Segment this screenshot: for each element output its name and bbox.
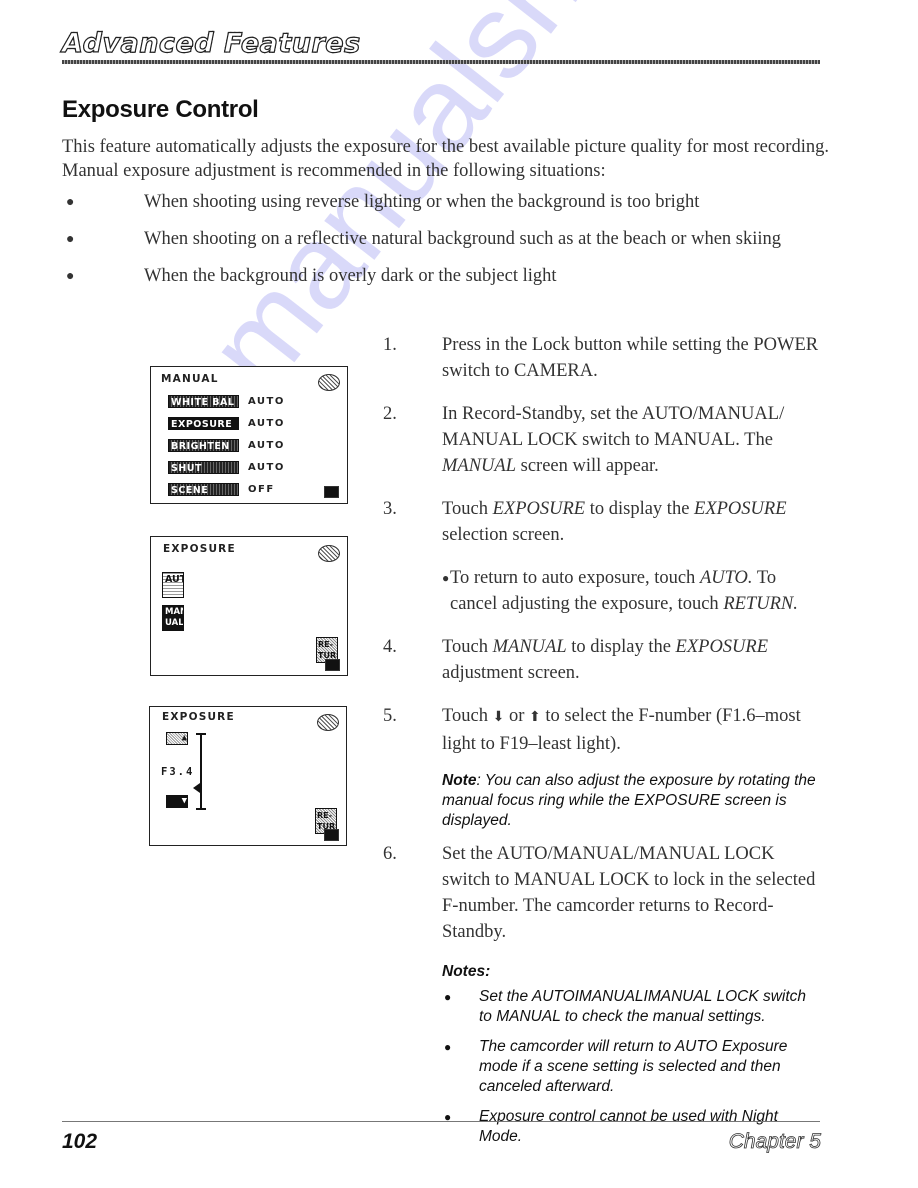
- fnumber-readout: F3.4: [161, 766, 195, 778]
- footer-rule: [62, 1121, 820, 1122]
- screen-title: EXPOSURE: [163, 543, 236, 555]
- battery-icon: [324, 486, 339, 498]
- dvc-icon: [318, 374, 340, 391]
- exposure-value: AUTO: [248, 418, 285, 429]
- note: Note: You can also adjust the exposure b…: [442, 772, 816, 829]
- dvc-icon: [317, 714, 339, 731]
- chapter-label: Chapter 5: [728, 1130, 821, 1154]
- list-item: ● When shooting on a reflective natural b…: [62, 227, 822, 252]
- battery-icon: [325, 659, 340, 671]
- list-item: ● The camcorder will return to AUTO Expos…: [444, 1038, 788, 1095]
- bullet-icon: ●: [66, 269, 75, 284]
- step-4: 4. Touch MANUAL to display the EXPOSURE …: [383, 637, 769, 683]
- battery-icon: [324, 829, 339, 841]
- exposure-select-screen: EXPOSURE AUTO MAN-UAL RE-TURN: [150, 536, 348, 676]
- down-arrow-icon: ⬇: [492, 710, 505, 725]
- exposure-adjust-screen: EXPOSURE ▲ F3.4 ▼ RE-TURN: [149, 706, 347, 846]
- brighten-button[interactable]: BRIGHTEN: [168, 439, 239, 452]
- brighten-value: AUTO: [248, 440, 285, 451]
- white-bal-button[interactable]: WHITE BAL: [168, 395, 239, 408]
- step-3: 3. Touch EXPOSURE to display the EXPOSUR…: [383, 499, 787, 545]
- step-6: 6. Set the AUTO/MANUAL/MANUAL LOCK switc…: [383, 844, 816, 942]
- step-2: 2. In Record-Standby, set the AUTO/MANUA…: [383, 404, 785, 476]
- white-bal-value: AUTO: [248, 396, 285, 407]
- shut-speed-button[interactable]: SHUT SPEED: [168, 461, 239, 474]
- section-title: Exposure Control: [62, 96, 259, 123]
- manual-screen: MANUAL WHITE BAL AUTO EXPOSURE AUTO BRIG…: [150, 366, 348, 504]
- bullet-icon: ●: [444, 1110, 452, 1124]
- exposure-slider[interactable]: [193, 733, 206, 810]
- shut-speed-value: AUTO: [248, 462, 285, 473]
- scene-menu-button[interactable]: SCENE MENU: [168, 483, 239, 496]
- scene-menu-value: OFF: [248, 484, 275, 495]
- bullet-icon: ●: [444, 990, 452, 1004]
- bullet-icon: ●: [442, 571, 450, 585]
- step-1: 1. Press in the Lock button while settin…: [383, 335, 819, 381]
- page-header-title: Advanced Features: [61, 27, 361, 59]
- situations-list: ● When shooting using reverse lighting or…: [62, 190, 822, 301]
- slider-indicator-icon: [193, 783, 200, 793]
- auto-button[interactable]: AUTO: [162, 572, 184, 598]
- bullet-icon: ●: [66, 195, 75, 210]
- bullet-icon: ●: [444, 1040, 452, 1054]
- page-number: 102: [62, 1130, 98, 1153]
- step-5: 5. Touch ⬇ or ⬆ to select the F-number (…: [383, 706, 801, 754]
- manual-button[interactable]: MAN-UAL: [162, 605, 184, 631]
- header-rule: [62, 60, 820, 64]
- step-3-subnote: ● To return to auto exposure, touch AUTO…: [383, 565, 823, 617]
- steps-list: 1. Press in the Lock button while settin…: [383, 332, 823, 1147]
- exposure-button[interactable]: EXPOSURE: [168, 417, 239, 430]
- notes-heading: Notes:: [442, 963, 491, 980]
- list-item: ● Set the AUTOIMANUALIMANUAL LOCK switch …: [444, 988, 807, 1025]
- dvc-icon: [318, 545, 340, 562]
- list-item: ● When shooting using reverse lighting or…: [62, 190, 822, 215]
- down-arrow-button[interactable]: ▼: [166, 795, 188, 808]
- up-arrow-icon: ⬆: [529, 710, 541, 725]
- bullet-icon: ●: [66, 232, 75, 247]
- screen-title: MANUAL: [161, 373, 219, 385]
- intro-paragraph: This feature automatically adjusts the e…: [62, 137, 829, 181]
- list-item: ● When the background is overly dark or t…: [62, 264, 822, 289]
- up-arrow-button[interactable]: ▲: [166, 732, 188, 745]
- screen-title: EXPOSURE: [162, 711, 235, 723]
